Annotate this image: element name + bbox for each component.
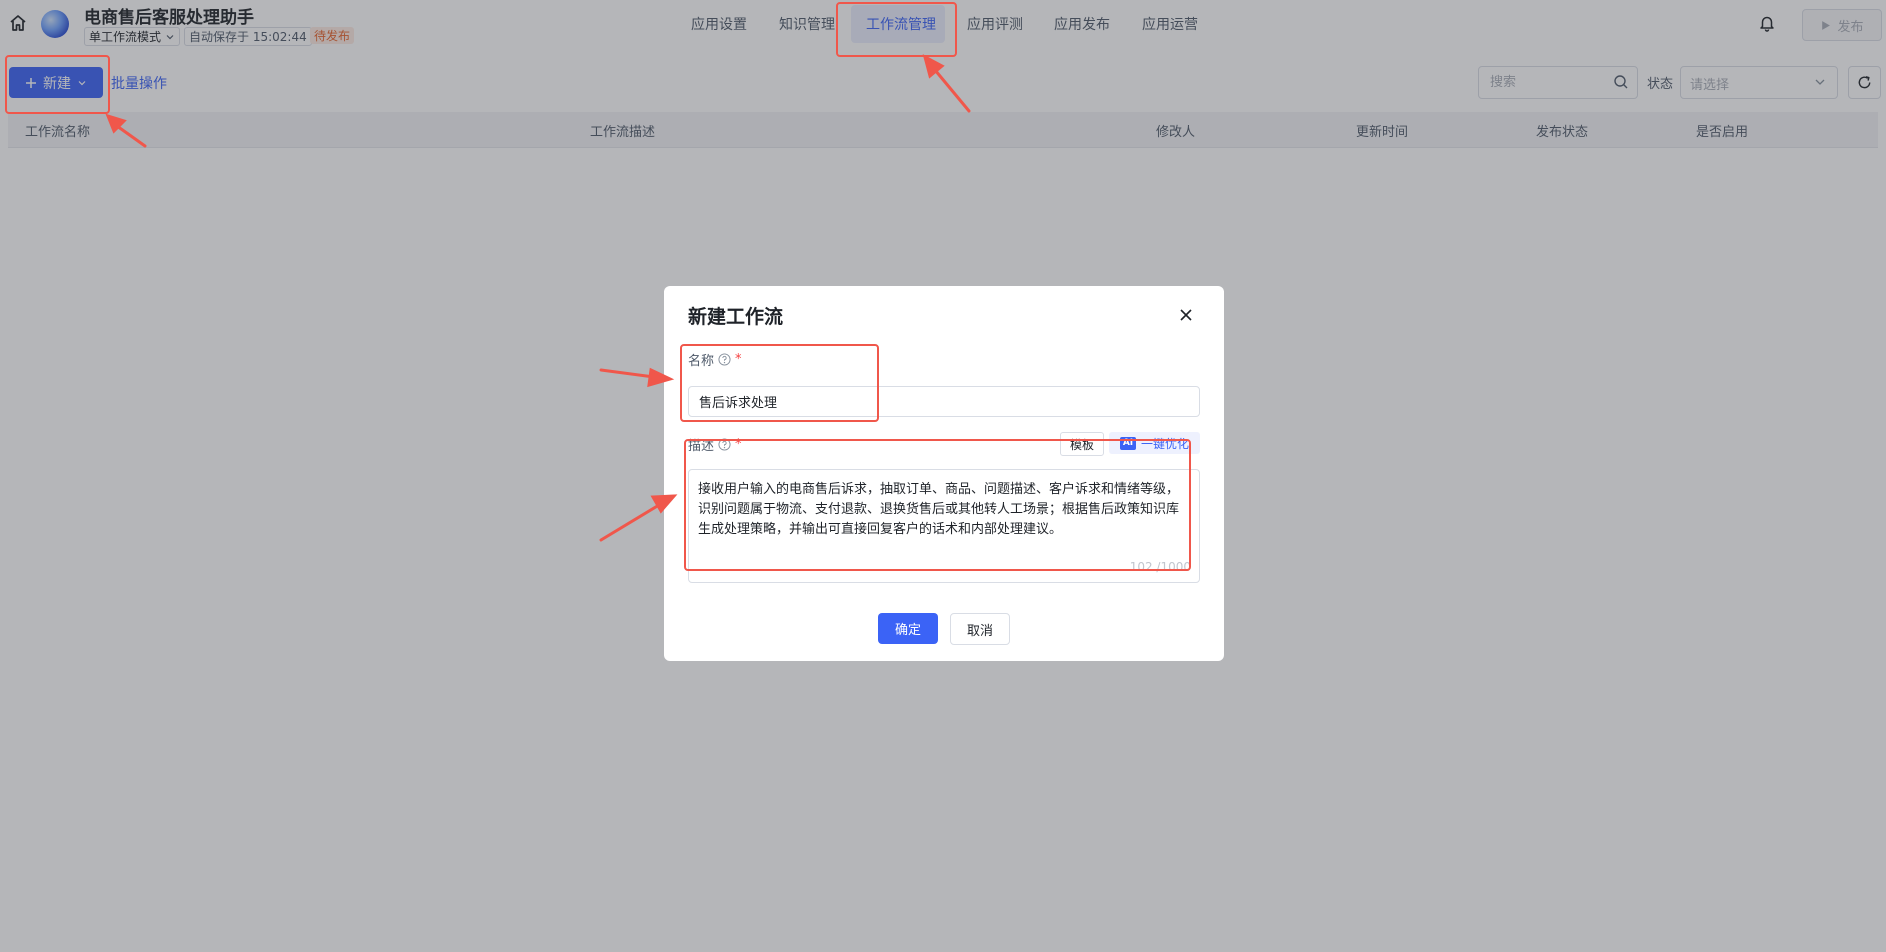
name-input[interactable]: 售后诉求处理	[688, 386, 1200, 417]
template-button[interactable]: 模板	[1060, 432, 1104, 456]
description-text: 接收用户输入的电商售后诉求，抽取订单、商品、问题描述、客户诉求和情绪等级，识别问…	[698, 482, 1180, 537]
name-label-text: 名称	[688, 354, 715, 369]
description-textarea[interactable]: 接收用户输入的电商售后诉求，抽取订单、商品、问题描述、客户诉求和情绪等级，识别问…	[688, 469, 1200, 583]
ai-optimize-label: 一键优化	[1140, 436, 1189, 451]
ai-icon: AI	[1119, 436, 1136, 450]
description-label-text: 描述	[688, 439, 715, 454]
new-workflow-dialog: 新建工作流 名称 * 售后诉求处理 描述 * 模板 AI 一键优化 接收用户输入…	[664, 286, 1224, 661]
required-mark: *	[735, 437, 742, 452]
name-field-label: 名称 *	[688, 350, 742, 369]
character-counter: 102 /1000	[1129, 560, 1191, 574]
help-icon[interactable]	[718, 438, 731, 451]
description-field-label: 描述 *	[688, 435, 742, 454]
required-mark: *	[735, 352, 742, 367]
close-icon[interactable]	[1177, 306, 1195, 324]
dialog-title: 新建工作流	[688, 306, 784, 328]
help-icon[interactable]	[718, 353, 731, 366]
cancel-button[interactable]: 取消	[950, 613, 1010, 645]
confirm-button[interactable]: 确定	[878, 613, 938, 644]
ai-optimize-button[interactable]: AI 一键优化	[1109, 432, 1200, 454]
